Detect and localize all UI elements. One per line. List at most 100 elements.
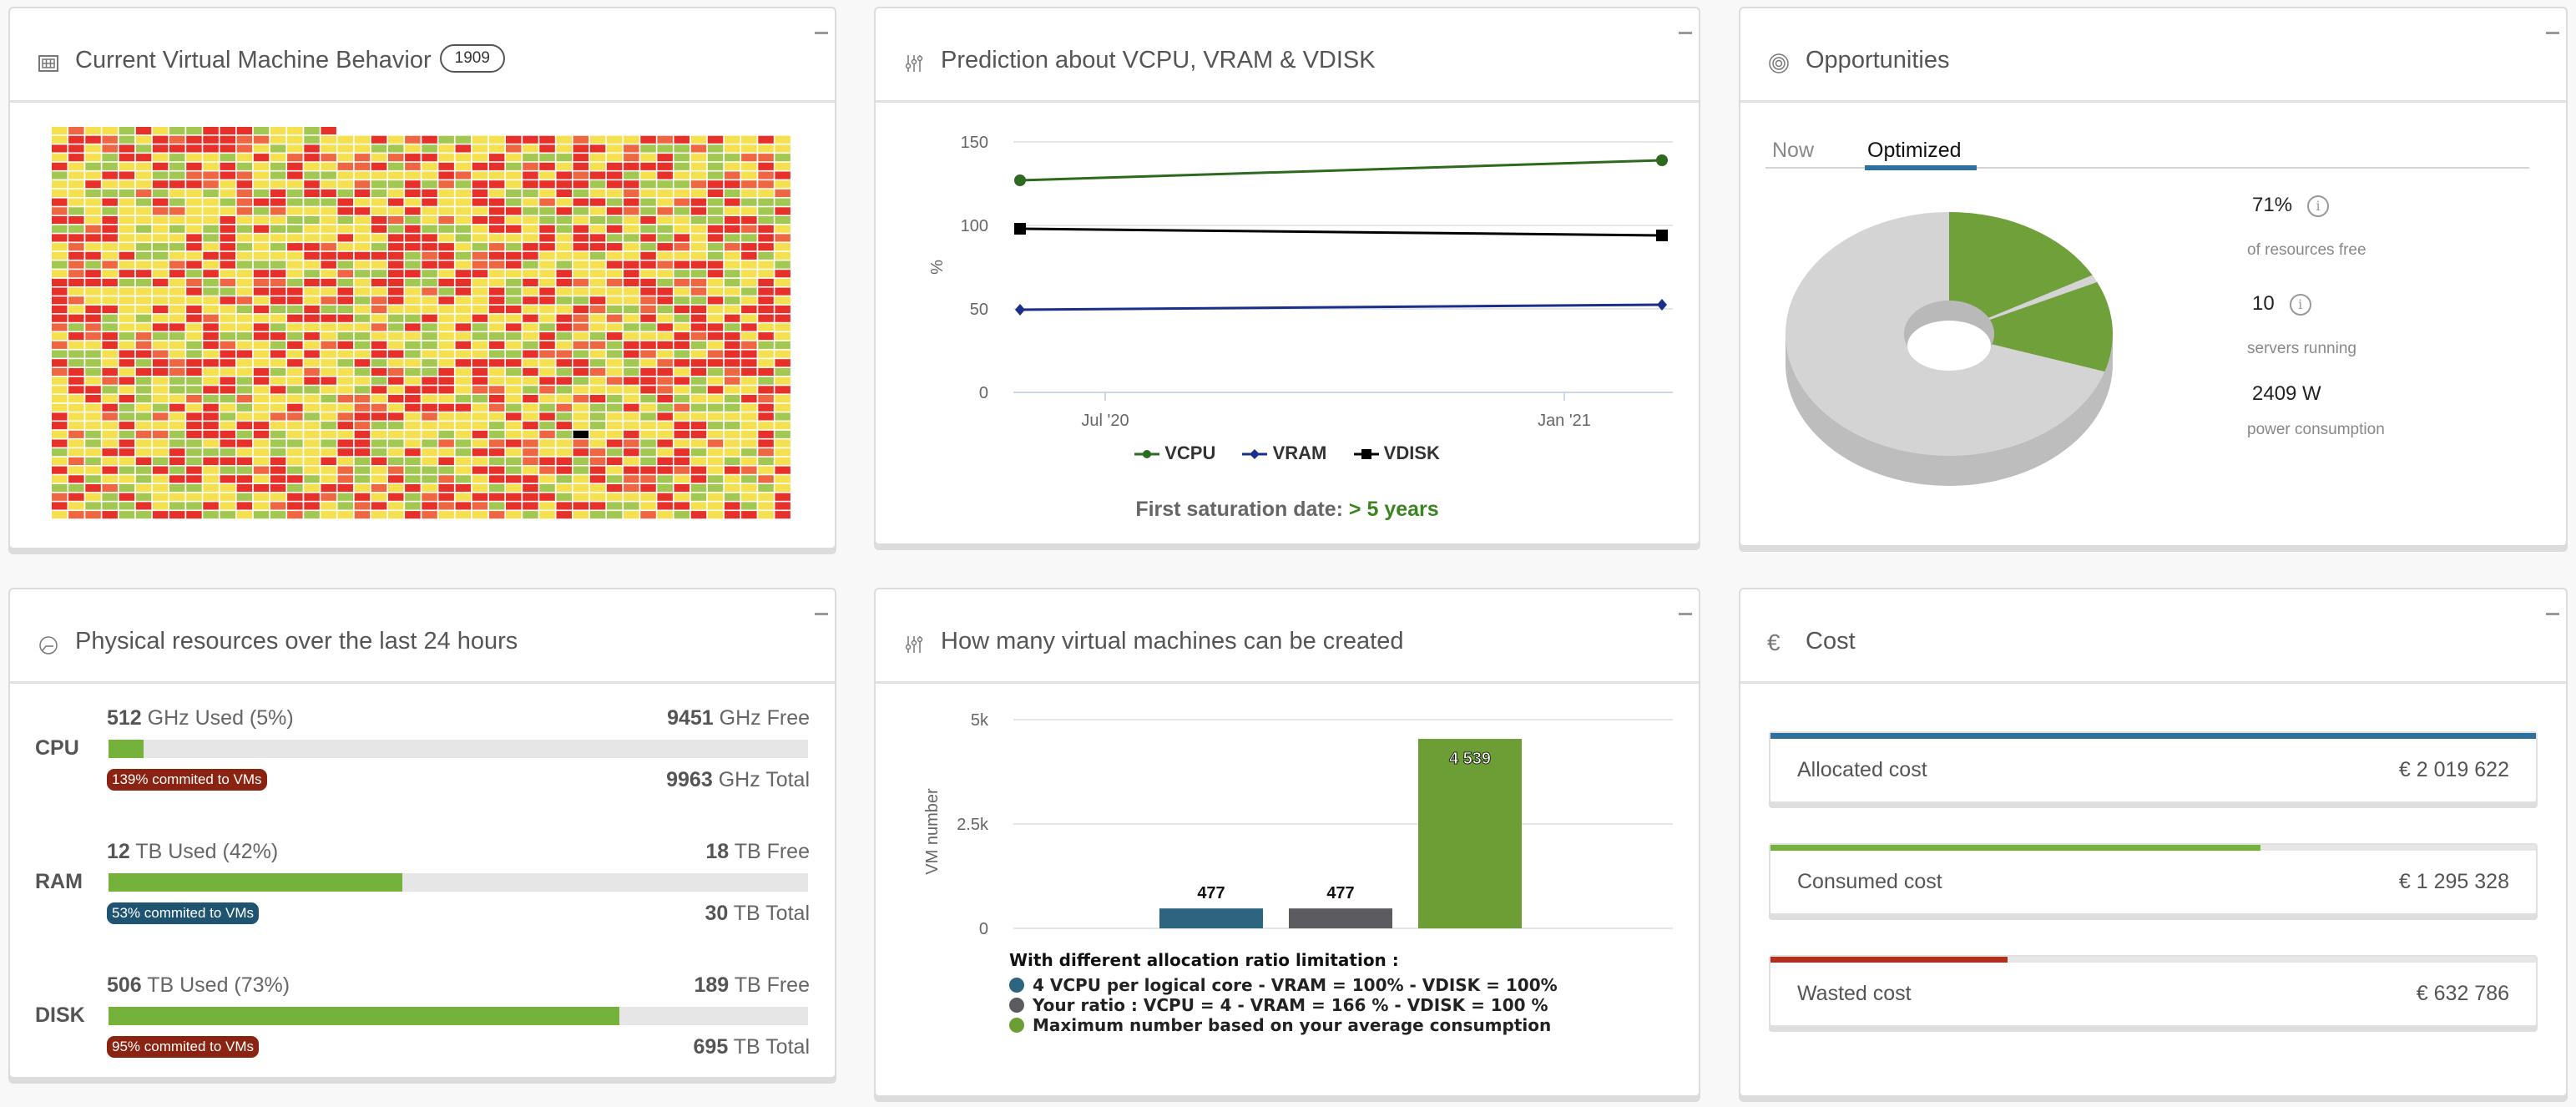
vm-cell[interactable] [371,270,387,278]
vm-cell[interactable] [270,350,286,358]
vm-cell[interactable] [236,332,253,341]
vm-cell[interactable] [539,180,555,189]
vm-cell[interactable] [68,296,84,305]
vm-cell[interactable] [337,403,354,412]
vm-cell[interactable] [388,403,404,412]
vm-cell[interactable] [388,332,404,341]
vm-cell[interactable] [287,127,303,135]
vm-cell[interactable] [725,216,740,225]
vm-cell[interactable] [690,341,707,349]
vm-cell[interactable] [657,251,673,260]
vm-cell[interactable] [488,430,505,438]
vm-cell[interactable] [725,359,740,367]
vm-cell[interactable] [539,439,555,447]
vm-cell[interactable] [523,475,538,483]
vm-cell[interactable] [640,359,656,367]
vm-cell[interactable] [253,430,270,438]
vm-cell[interactable] [657,296,673,305]
vm-cell[interactable] [304,502,320,510]
data-point[interactable] [1014,174,1026,186]
info-icon[interactable]: i [2289,293,2311,316]
vm-cell[interactable] [707,144,724,153]
vm-cell[interactable] [674,422,690,430]
vm-cell[interactable] [52,448,68,457]
vm-cell[interactable] [438,466,454,474]
vm-cell[interactable] [68,234,84,242]
vm-cell[interactable] [539,511,555,519]
vm-cell[interactable] [556,162,573,170]
vm-cell[interactable] [354,493,371,501]
vm-cell[interactable] [438,278,454,286]
vm-cell[interactable] [371,341,387,349]
vm-cell[interactable] [304,144,320,153]
vm-cell[interactable] [725,225,740,233]
vm-cell[interactable] [85,511,101,519]
vm-cell[interactable] [169,225,185,233]
vm-cell[interactable] [203,332,219,341]
vm-cell[interactable] [488,198,505,206]
vm-cell[interactable] [573,270,589,278]
vm-cell[interactable] [388,359,404,367]
vm-cell[interactable] [775,306,790,314]
vm-cell[interactable] [236,180,253,189]
vm-cell[interactable] [354,198,371,206]
vm-cell[interactable] [455,502,472,510]
vm-cell[interactable] [236,448,253,457]
vm-cell[interactable] [119,493,135,501]
vm-cell[interactable] [758,198,774,206]
vm-cell[interactable] [741,359,757,367]
vm-cell[interactable] [624,403,639,412]
vm-cell[interactable] [371,154,387,162]
vm-cell[interactable] [624,162,639,170]
vm-cell[interactable] [337,367,354,376]
vm-cell[interactable] [405,439,421,447]
vm-cell[interactable] [203,359,219,367]
vm-cell[interactable] [68,260,84,269]
vm-cell[interactable] [640,341,656,349]
vm-cell[interactable] [321,502,336,510]
vm-cell[interactable] [321,144,336,153]
vm-cell[interactable] [506,287,522,296]
vm-cell[interactable] [523,367,538,376]
vm-cell[interactable] [624,306,639,314]
vm-cell[interactable] [186,484,202,493]
vm-cell[interactable] [304,306,320,314]
vm-cell[interactable] [102,359,118,367]
vm-cell[interactable] [371,502,387,510]
vm-cell[interactable] [270,278,286,286]
vm-cell[interactable] [287,448,303,457]
vm-cell[interactable] [488,225,505,233]
vm-cell[interactable] [640,323,656,331]
vm-cell[interactable] [506,412,522,421]
vm-cell[interactable] [438,493,454,501]
vm-cell[interactable] [220,180,236,189]
vm-cell[interactable] [321,386,336,394]
vm-cell[interactable] [606,154,623,162]
vm-cell[interactable] [186,198,202,206]
vm-cell[interactable] [253,306,270,314]
vm-cell[interactable] [657,403,673,412]
vm-cell[interactable] [102,189,118,197]
vm-cell[interactable] [707,422,724,430]
vm-cell[interactable] [422,386,437,394]
vm-cell[interactable] [354,314,371,322]
vm-cell[interactable] [539,296,555,305]
vm-cell[interactable] [253,180,270,189]
vm-cell[interactable] [438,430,454,438]
vm-cell[interactable] [287,225,303,233]
vm-cell[interactable] [674,367,690,376]
vm-cell[interactable] [674,412,690,421]
vm-cell[interactable] [624,180,639,189]
vm-cell[interactable] [169,314,185,322]
vm-cell[interactable] [102,207,118,215]
vm-cell[interactable] [186,466,202,474]
vm-cell[interactable] [52,207,68,215]
vm-cell[interactable] [169,350,185,358]
vm-cell[interactable] [304,216,320,225]
vm-cell[interactable] [68,270,84,278]
vm-cell[interactable] [438,359,454,367]
vm-cell[interactable] [203,412,219,421]
vm-cell[interactable] [657,412,673,421]
vm-cell[interactable] [85,493,101,501]
vm-cell[interactable] [152,350,169,358]
